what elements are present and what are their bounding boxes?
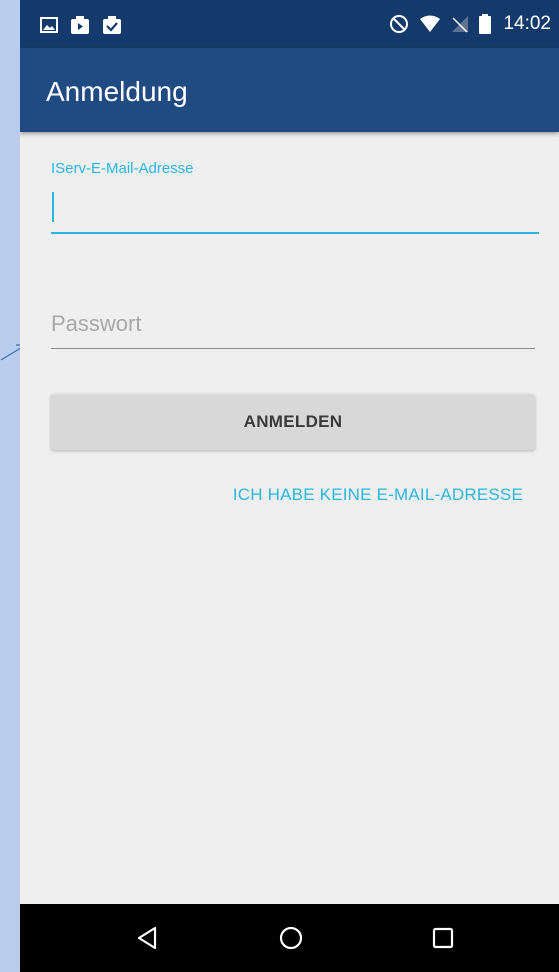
app-bar: Anmeldung [20, 48, 559, 132]
password-field[interactable] [51, 300, 535, 349]
status-clock: 14:02 [503, 13, 551, 34]
status-notifications [40, 14, 122, 36]
image-icon [40, 17, 58, 33]
phone-screen: 14:02 Anmeldung IServ-E-Mail-Adresse ANM… [20, 0, 559, 972]
back-icon [137, 926, 157, 950]
home-icon [279, 926, 303, 950]
recents-icon [432, 927, 454, 949]
video-notification-icon [71, 16, 89, 34]
do-not-disturb-icon [390, 15, 409, 33]
battery-icon [479, 14, 492, 34]
page-title: Anmeldung [46, 76, 188, 107]
no-signal-icon [452, 16, 469, 33]
nav-home-button[interactable] [251, 904, 331, 972]
email-field[interactable] [51, 180, 539, 234]
nav-recents-button[interactable] [403, 904, 483, 972]
navigation-bar [20, 904, 559, 972]
check-notification-icon [103, 16, 121, 34]
email-field-label: IServ-E-Mail-Adresse [51, 160, 194, 177]
nav-back-button[interactable] [107, 904, 187, 972]
no-email-link[interactable]: ICH HABE KEINE E-MAIL-ADRESSE [233, 485, 523, 505]
text-cursor [52, 192, 54, 222]
wifi-icon [420, 15, 441, 32]
status-bar: 14:02 [20, 0, 559, 48]
status-system: 14:02 [389, 13, 551, 35]
login-button[interactable]: ANMELDEN [51, 394, 535, 450]
